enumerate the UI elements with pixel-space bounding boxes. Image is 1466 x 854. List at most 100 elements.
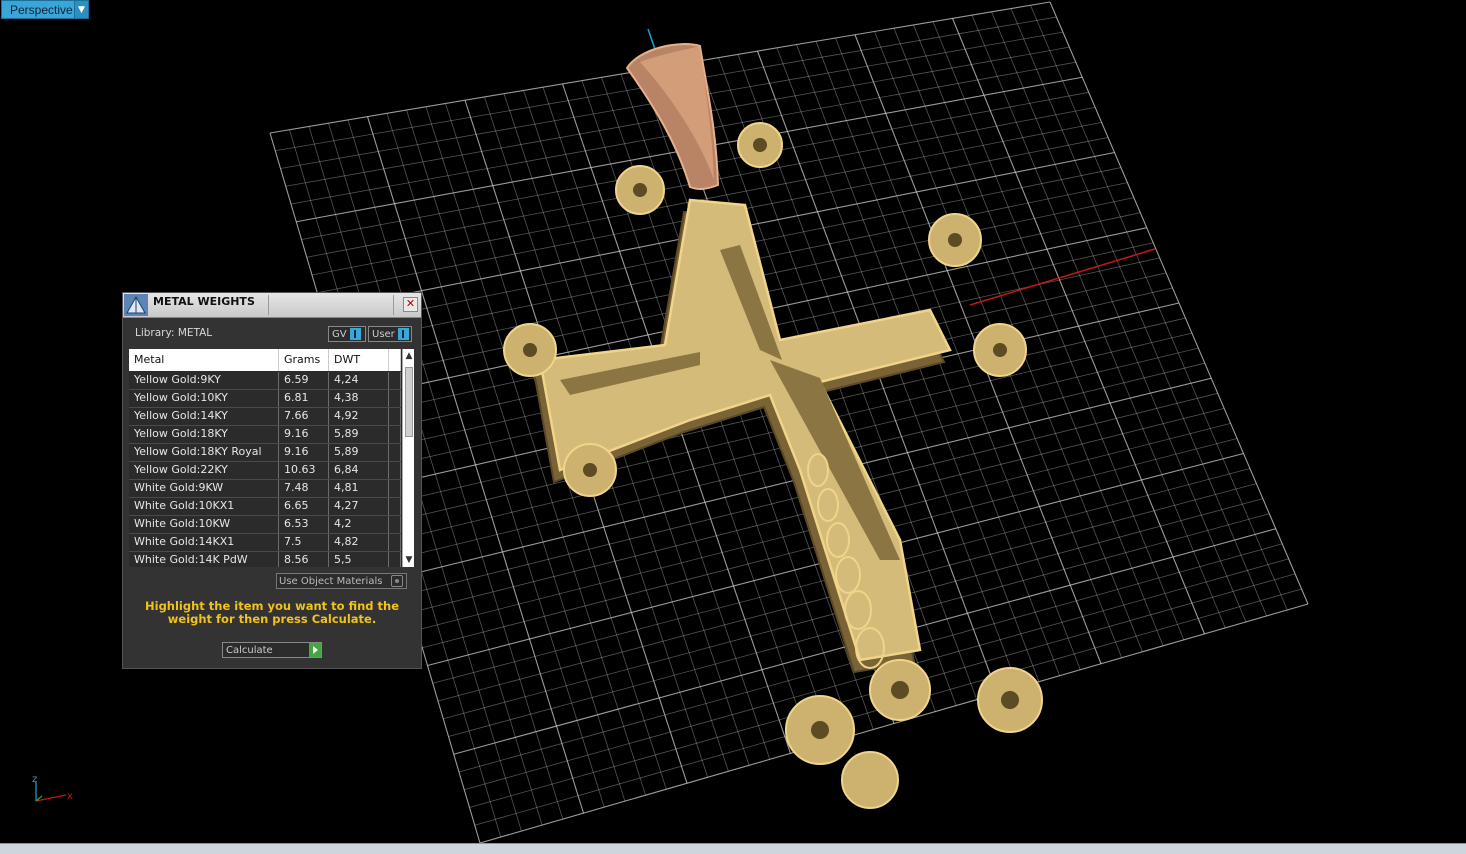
row-spacer [389, 552, 401, 567]
grid-line [1010, 8, 1267, 617]
table-scrollbar[interactable]: ▲ ▼ [402, 349, 414, 567]
toggle-switch-icon [397, 328, 409, 340]
table-header: Metal Grams DWT [129, 349, 401, 371]
metal-name-cell: Yellow Gold:22KY [129, 462, 279, 479]
calculate-button[interactable]: Calculate [222, 642, 322, 658]
table-row[interactable]: Yellow Gold:18KY Royal 9.16 5,89 [129, 444, 401, 462]
metal-name-cell: White Gold:10KX1 [129, 498, 279, 515]
x-axis-label: x [67, 791, 73, 802]
grid-line [991, 11, 1247, 623]
z-axis-label: z [32, 774, 37, 785]
gv-toggle-label: GV [332, 328, 347, 340]
close-icon[interactable]: ✕ [403, 297, 418, 312]
row-spacer [389, 372, 401, 389]
grams-cell: 7.5 [279, 534, 329, 551]
grid-line [1030, 5, 1288, 611]
row-spacer [389, 480, 401, 497]
view-label: Perspective [10, 2, 73, 17]
grams-cell: 9.16 [279, 444, 329, 461]
grams-cell: 6.53 [279, 516, 329, 533]
use-object-materials-checkbox[interactable]: Use Object Materials [276, 573, 407, 589]
row-spacer [389, 426, 401, 443]
row-spacer [389, 444, 401, 461]
row-spacer [389, 462, 401, 479]
table-row[interactable]: Yellow Gold:22KY 10.63 6,84 [129, 462, 401, 480]
metal-name-cell: Yellow Gold:10KY [129, 390, 279, 407]
dwt-cell: 4,27 [329, 498, 389, 515]
table-row[interactable]: Yellow Gold:14KY 7.66 4,92 [129, 408, 401, 426]
ornament [841, 751, 899, 809]
dwt-cell: 6,84 [329, 462, 389, 479]
view-dropdown[interactable]: Perspective ▼ [1, 0, 89, 19]
checkbox-icon [391, 575, 403, 587]
gv-toggle[interactable]: GV [328, 326, 366, 342]
table-row[interactable]: White Gold:14KX1 7.5 4,82 [129, 534, 401, 552]
row-spacer [389, 534, 401, 551]
cross-pendant [503, 122, 1043, 809]
dwt-cell: 4,82 [329, 534, 389, 551]
grams-cell: 6.59 [279, 372, 329, 389]
metal-name-cell: White Gold:14KX1 [129, 534, 279, 551]
column-header-spacer [389, 349, 401, 371]
dwt-cell: 4,2 [329, 516, 389, 533]
grid-line [1049, 1, 1309, 605]
grams-cell: 6.65 [279, 498, 329, 515]
play-icon [309, 643, 321, 657]
row-spacer [389, 516, 401, 533]
grams-cell: 7.48 [279, 480, 329, 497]
dwt-cell: 4,81 [329, 480, 389, 497]
metal-weights-panel: METAL WEIGHTS ✕ Library: METAL GV User M… [122, 292, 422, 669]
row-spacer [389, 390, 401, 407]
dwt-cell: 4,24 [329, 372, 389, 389]
grams-cell: 8.56 [279, 552, 329, 567]
library-label: Library: METAL [135, 327, 213, 339]
dwt-cell: 5,89 [329, 426, 389, 443]
dwt-cell: 4,92 [329, 408, 389, 425]
row-spacer [389, 408, 401, 425]
panel-title: METAL WEIGHTS [153, 295, 255, 308]
grams-cell: 7.66 [279, 408, 329, 425]
table-row[interactable]: White Gold:10KW 6.53 4,2 [129, 516, 401, 534]
axis-gizmo: z x [26, 774, 78, 814]
instruction-text: Highlight the item you want to find the … [145, 599, 399, 626]
user-toggle-label: User [372, 328, 395, 340]
pyramid-logo-icon [124, 294, 148, 316]
table-row[interactable]: Yellow Gold:10KY 6.81 4,38 [129, 390, 401, 408]
table-body: Yellow Gold:9KY 6.59 4,24 Yellow Gold:10KY 6… [129, 372, 401, 567]
metal-name-cell: White Gold:9KW [129, 480, 279, 497]
grams-cell: 9.16 [279, 426, 329, 443]
table-row[interactable]: Yellow Gold:18KY 9.16 5,89 [129, 426, 401, 444]
metal-name-cell: Yellow Gold:18KY [129, 426, 279, 443]
calculate-label: Calculate [226, 644, 273, 656]
titlebar-divider [393, 295, 394, 315]
table-row[interactable]: Yellow Gold:9KY 6.59 4,24 [129, 372, 401, 390]
panel-titlebar[interactable]: METAL WEIGHTS ✕ [123, 293, 421, 318]
table-row[interactable]: White Gold:9KW 7.48 4,81 [129, 480, 401, 498]
scroll-down-icon[interactable]: ▼ [403, 554, 414, 566]
column-header-dwt[interactable]: DWT [329, 349, 389, 371]
titlebar-divider [268, 295, 269, 315]
dwt-cell: 5,5 [329, 552, 389, 567]
metal-name-cell: White Gold:14K PdW [129, 552, 279, 567]
metal-name-cell: Yellow Gold:14KY [129, 408, 279, 425]
user-toggle[interactable]: User [368, 326, 412, 342]
grams-cell: 10.63 [279, 462, 329, 479]
metal-name-cell: Yellow Gold:9KY [129, 372, 279, 389]
metal-name-cell: Yellow Gold:18KY Royal [129, 444, 279, 461]
table-row[interactable]: White Gold:14K PdW 8.56 5,5 [129, 552, 401, 567]
row-spacer [389, 498, 401, 515]
dwt-cell: 5,89 [329, 444, 389, 461]
use-object-materials-label: Use Object Materials [279, 575, 383, 587]
toggle-switch-icon [349, 328, 361, 340]
grams-cell: 6.81 [279, 390, 329, 407]
metal-table[interactable]: Metal Grams DWT Yellow Gold:9KY 6.59 4,24 Y… [129, 349, 414, 567]
dwt-cell: 4,38 [329, 390, 389, 407]
column-header-metal[interactable]: Metal [129, 349, 279, 371]
status-strip [0, 843, 1466, 854]
scroll-thumb[interactable] [405, 367, 413, 437]
column-header-grams[interactable]: Grams [279, 349, 329, 371]
chevron-down-icon[interactable]: ▼ [74, 1, 88, 18]
metal-name-cell: White Gold:10KW [129, 516, 279, 533]
scroll-up-icon[interactable]: ▲ [403, 350, 414, 362]
table-row[interactable]: White Gold:10KX1 6.65 4,27 [129, 498, 401, 516]
